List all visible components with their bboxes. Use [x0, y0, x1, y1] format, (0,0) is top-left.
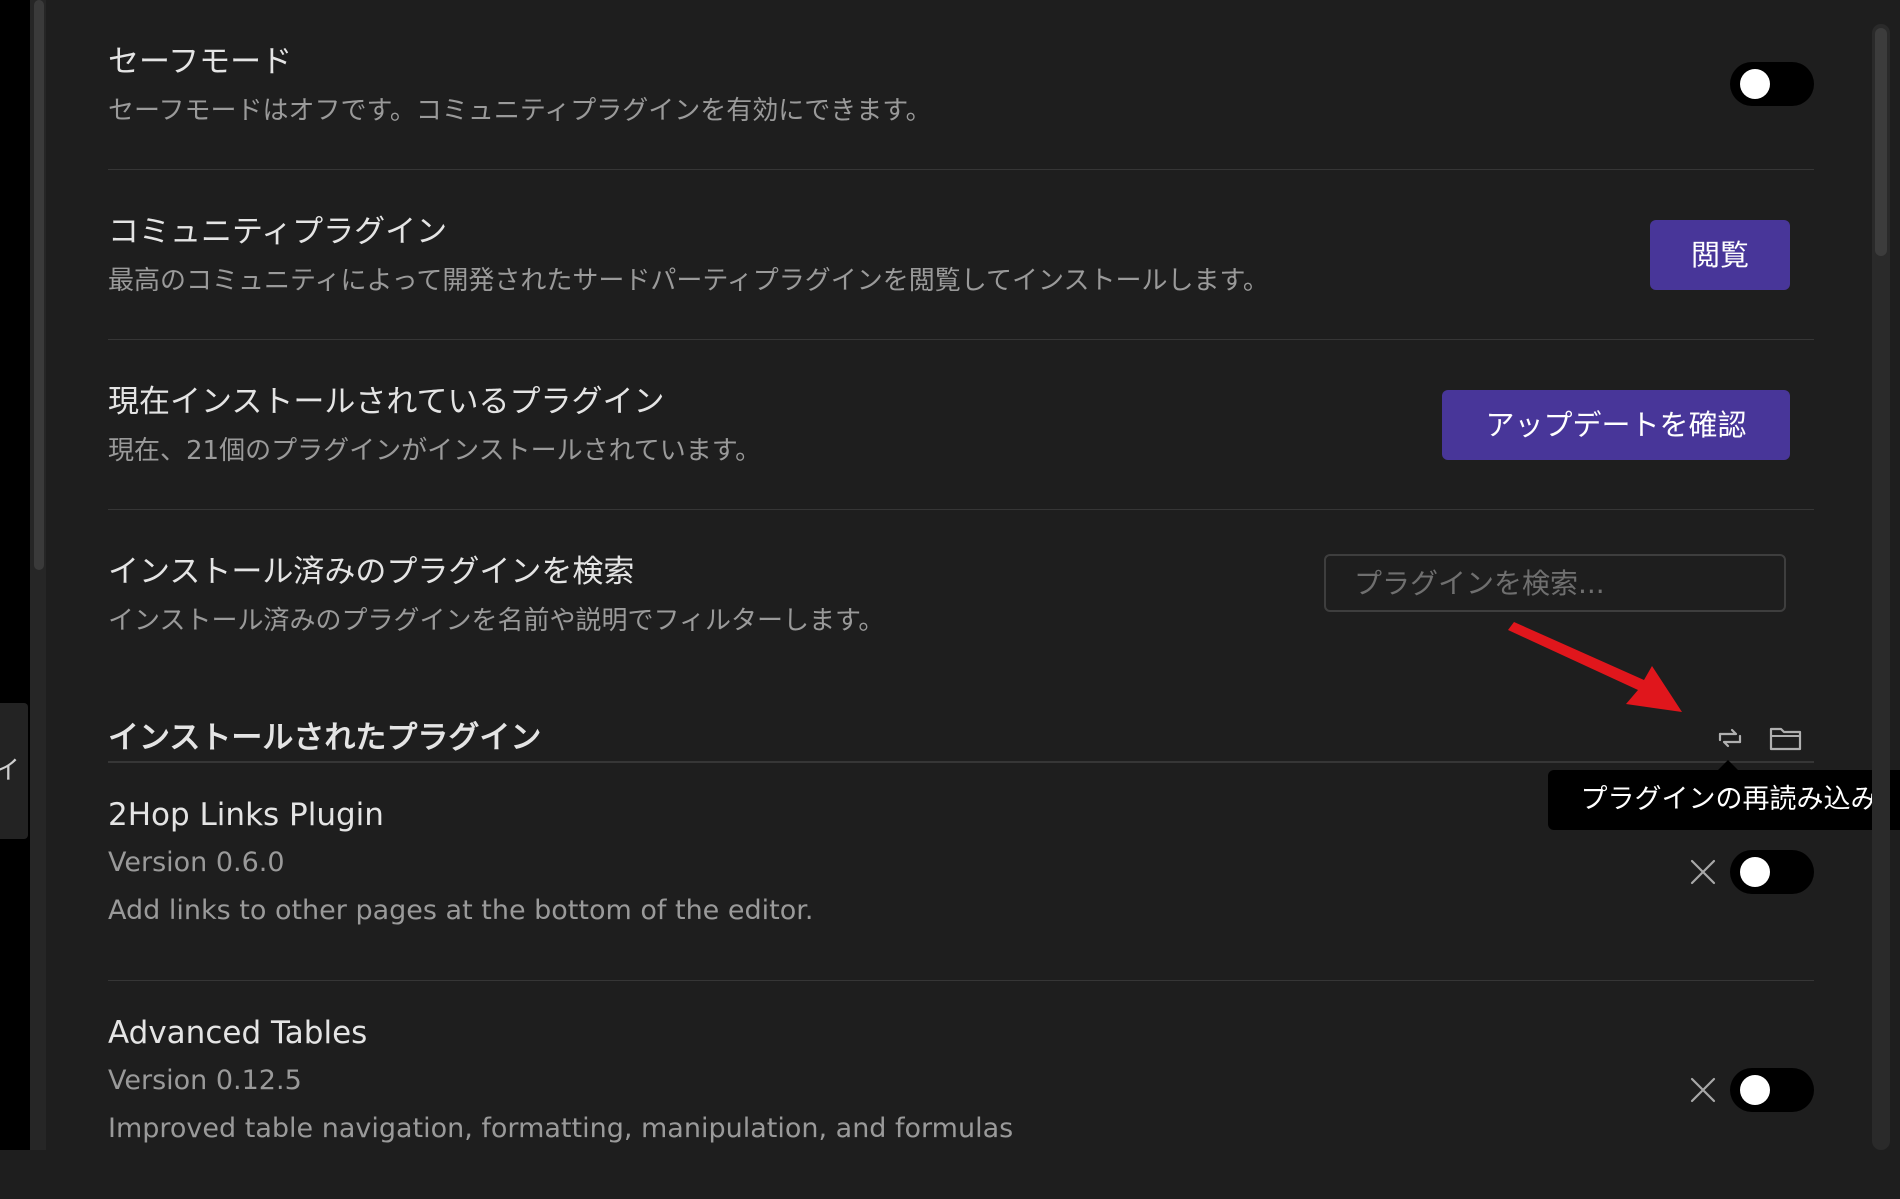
- sidebar-edge-label: イ: [0, 756, 21, 786]
- folder-icon[interactable]: [1766, 718, 1806, 758]
- setting-description: セーフモードはオフです。コミュニティプラグインを有効にできます。: [108, 96, 932, 126]
- right-scrollbar[interactable]: [1872, 24, 1890, 1150]
- right-scrollbar-thumb[interactable]: [1875, 28, 1887, 256]
- uninstall-x-icon[interactable]: [1688, 857, 1718, 887]
- setting-name: 現在インストールされているプラグイン: [108, 384, 665, 420]
- plugin-search-box[interactable]: [1324, 554, 1786, 612]
- plugin-search-input[interactable]: [1326, 556, 1784, 610]
- plugin-toggle[interactable]: [1730, 1068, 1814, 1112]
- plugin-name: Advanced Tables: [108, 1015, 368, 1051]
- plugin-description: Improved table navigation, formatting, m…: [108, 1113, 1014, 1144]
- toggle-knob: [1740, 1075, 1770, 1105]
- plugin-item-advanced-tables: Advanced Tables Version 0.12.5 Improved …: [108, 981, 1814, 1199]
- setting-name: コミュニティプラグイン: [108, 214, 448, 250]
- toggle-knob: [1740, 69, 1770, 99]
- setting-description: 現在、21個のプラグインがインストールされています。: [108, 436, 762, 466]
- setting-community-plugins: コミュニティプラグイン 最高のコミュニティによって開発されたサードパーティプラグ…: [108, 170, 1814, 340]
- reload-icon[interactable]: [1710, 718, 1750, 758]
- safe-mode-toggle[interactable]: [1730, 62, 1814, 106]
- browse-button[interactable]: 閲覧: [1650, 220, 1790, 290]
- setting-description: インストール済みのプラグインを名前や説明でフィルターします。: [108, 606, 885, 636]
- plugin-description: Add links to other pages at the bottom o…: [108, 895, 814, 926]
- plugin-toggle[interactable]: [1730, 850, 1814, 894]
- plugin-name: 2Hop Links Plugin: [108, 797, 384, 833]
- setting-installed-plugins: 現在インストールされているプラグイン 現在、21個のプラグインがインストールされ…: [108, 340, 1814, 510]
- setting-description: 最高のコミュニティによって開発されたサードパーティプラグインを閲覧してインストー…: [108, 266, 1269, 296]
- reload-tooltip: プラグインの再読み込み: [1548, 760, 1900, 830]
- plugin-version: Version 0.6.0: [108, 847, 285, 878]
- setting-name: セーフモード: [108, 44, 293, 80]
- toggle-knob: [1740, 857, 1770, 887]
- plugin-version: Version 0.12.5: [108, 1065, 302, 1096]
- sidebar-edge-tab[interactable]: イ: [0, 703, 28, 839]
- installed-plugins-heading: インストールされたプラグイン: [108, 720, 542, 756]
- left-scrollbar-thumb[interactable]: [34, 0, 44, 570]
- settings-panel: セーフモード セーフモードはオフです。コミュニティプラグインを有効にできます。 …: [46, 0, 1900, 1150]
- check-updates-button[interactable]: アップデートを確認: [1442, 390, 1790, 460]
- left-scrollbar[interactable]: [30, 0, 46, 1150]
- setting-safe-mode: セーフモード セーフモードはオフです。コミュニティプラグインを有効にできます。: [108, 0, 1814, 170]
- uninstall-x-icon[interactable]: [1688, 1075, 1718, 1105]
- settings-content: セーフモード セーフモードはオフです。コミュニティプラグインを有効にできます。 …: [108, 0, 1814, 1150]
- setting-name: インストール済みのプラグインを検索: [108, 554, 635, 590]
